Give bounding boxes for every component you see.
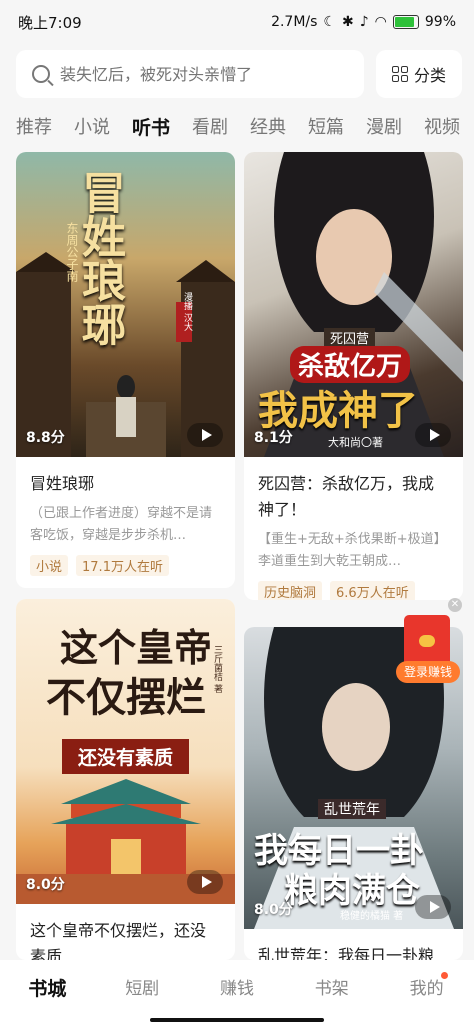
- book-description: 【重生+无敌+杀伐果断+极道】李道重生到大乾王朝成…: [258, 532, 447, 569]
- book-score: 8.0分: [26, 877, 65, 893]
- book-tag: 小说: [30, 555, 69, 576]
- battery-percent: 99%: [424, 14, 456, 30]
- category-label: 分类: [413, 66, 446, 85]
- battery-icon: [392, 15, 419, 29]
- grid-icon: [391, 66, 408, 82]
- play-icon[interactable]: [415, 895, 451, 919]
- red-packet-icon[interactable]: [404, 615, 450, 667]
- status-icons: 2.7M/s ☾ ✱ ♪ ◠ 99%: [271, 14, 456, 30]
- book-tag: 历史脑洞: [258, 581, 323, 600]
- home-indicator[interactable]: [150, 1018, 324, 1022]
- book-score: 8.1分: [254, 430, 293, 446]
- cover-author: 大和尚〇著: [328, 436, 383, 449]
- nav-short-drama[interactable]: 短剧: [95, 974, 190, 999]
- tab-recommend[interactable]: 推荐: [16, 113, 52, 139]
- moon-icon: ☾: [323, 14, 336, 30]
- notification-dot: [440, 972, 448, 979]
- book-card[interactable]: 这个皇帝 不仅摆烂 还没有素质 三斤菌桔 著 8.0分 这个皇帝不仅摆烂，还没素…: [16, 599, 235, 960]
- wifi-icon: ◠: [374, 14, 387, 30]
- listener-count: 6.6万人在听: [330, 581, 415, 600]
- category-button[interactable]: 分类: [376, 50, 462, 98]
- book-score: 8.8分: [26, 430, 65, 446]
- book-cover[interactable]: 死囚营 杀敌亿万 我成神了 大和尚〇著 8.1分: [244, 152, 463, 457]
- nav-mine-label: 我的: [409, 979, 444, 999]
- nav-bookshelf[interactable]: 书架: [284, 974, 379, 999]
- nav-earn[interactable]: 赚钱: [190, 974, 285, 999]
- status-bar: 晚上7:09 2.7M/s ☾ ✱ ♪ ◠ 99%: [0, 0, 474, 44]
- mute-icon: ♪: [359, 14, 369, 30]
- channel-tabs: 推荐 小说 听书 看剧 经典 短篇 漫剧 视频: [16, 108, 474, 144]
- book-title[interactable]: 死囚营：杀敌亿万，我成神了！: [244, 471, 463, 523]
- book-card[interactable]: 死囚营 杀敌亿万 我成神了 大和尚〇著 8.1分 死囚营：杀敌亿万，我成神了！ …: [244, 152, 463, 600]
- tab-audiobook[interactable]: 听书: [132, 113, 170, 140]
- cover-line-2: 不仅摆烂: [46, 674, 206, 721]
- cover-author: 稳健的橘猫 著: [340, 911, 404, 922]
- cover-author: 三斤菌桔 著: [212, 645, 222, 693]
- play-icon[interactable]: [187, 423, 223, 447]
- nav-bookstore[interactable]: 书城: [0, 974, 95, 1001]
- cover-subtitle: 死囚营: [324, 328, 376, 347]
- status-time: 晚上7:09: [18, 13, 82, 32]
- cover-line-1: 这个皇帝: [60, 625, 213, 670]
- tab-video[interactable]: 视频: [424, 113, 460, 139]
- listener-count: 17.1万人在听: [76, 555, 169, 576]
- nav-mine[interactable]: 我的: [379, 972, 474, 999]
- play-icon[interactable]: [187, 870, 223, 894]
- book-cover[interactable]: 冒姓琅琊 东周公子南 漫播 汉大 8.8分: [16, 152, 235, 457]
- search-input[interactable]: [60, 64, 348, 84]
- cover-author: 东周公子南: [65, 222, 79, 282]
- network-speed: 2.7M/s: [271, 14, 318, 30]
- play-icon[interactable]: [415, 423, 451, 447]
- tab-drama[interactable]: 看剧: [192, 113, 228, 139]
- search-icon: [32, 65, 50, 83]
- search-box[interactable]: [16, 50, 364, 98]
- book-description: （已跟上作者进度）穿越不是请客吃饭，穿越是步步杀机…: [30, 506, 213, 543]
- tab-comic-drama[interactable]: 漫剧: [366, 113, 402, 139]
- cover-subtitle: 乱世荒年: [318, 799, 386, 819]
- login-earn-button[interactable]: 登录赚钱: [396, 661, 460, 683]
- book-tags: 小说 17.1万人在听: [16, 555, 235, 576]
- cover-badge: 漫播 汉大: [182, 292, 192, 331]
- tab-short[interactable]: 短篇: [308, 113, 344, 139]
- cover-title: 冒姓琅琊: [74, 170, 125, 346]
- book-title[interactable]: 冒姓琅琊: [16, 471, 235, 497]
- cover-line-2: 粮肉满仓: [284, 871, 420, 911]
- bluetooth-icon: ✱: [341, 14, 354, 30]
- book-cover[interactable]: 这个皇帝 不仅摆烂 还没有素质 三斤菌桔 著 8.0分: [16, 599, 235, 904]
- book-title[interactable]: 乱世荒年：我每日一卦粮肉满仓！: [244, 943, 463, 960]
- tab-classic[interactable]: 经典: [250, 113, 286, 139]
- book-card[interactable]: 冒姓琅琊 东周公子南 漫播 汉大 8.8分 冒姓琅琊 （已跟上作者进度）穿越不是…: [16, 152, 235, 588]
- book-tags: 历史脑洞 6.6万人在听: [244, 581, 463, 600]
- cover-art: [16, 252, 235, 457]
- book-score: 8.0分: [254, 902, 293, 918]
- close-icon[interactable]: ✕: [448, 598, 462, 612]
- book-title[interactable]: 这个皇帝不仅摆烂，还没素质: [16, 918, 235, 960]
- search-row: 分类: [16, 50, 462, 98]
- cover-line-3: 还没有素质: [62, 739, 190, 774]
- bottom-nav: 书城 短剧 赚钱 书架 我的: [0, 960, 474, 1025]
- tab-novel[interactable]: 小说: [74, 113, 110, 139]
